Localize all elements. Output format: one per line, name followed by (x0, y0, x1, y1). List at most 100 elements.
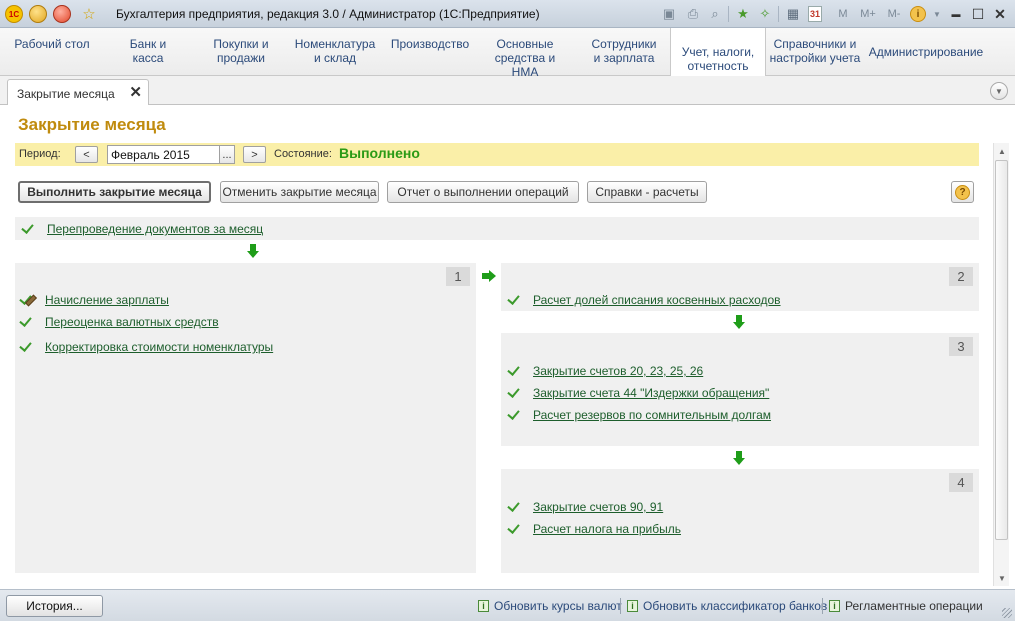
scheduled-operations-label: Регламентные операции (845, 599, 983, 613)
memory-store-button[interactable]: M (834, 5, 852, 23)
close-account-44-link[interactable]: Закрытие счета 44 "Издержки обращения" (533, 386, 769, 400)
operation-item: Расчет резервов по сомнительным долгам (507, 407, 771, 423)
save-icon[interactable]: ▣ (660, 5, 678, 23)
favorites-add-icon[interactable]: ★ (734, 5, 752, 23)
close-button[interactable]: ✕ (989, 4, 1011, 24)
stage-2-panel: 2 Расчет долей списания косвенных расход… (501, 263, 979, 311)
toolbar-separator (778, 6, 779, 22)
info-icon: i (829, 600, 840, 612)
stage-1-panel: 1 Начисление зарплаты Переоценка валютны… (15, 263, 476, 573)
profit-tax-link[interactable]: Расчет налога на прибыль (533, 522, 681, 536)
stage-number: 4 (949, 473, 973, 492)
minimize-button[interactable]: ▬ (945, 4, 967, 24)
help-button[interactable]: ? (951, 181, 974, 203)
memory-subtract-button[interactable]: M- (882, 5, 906, 23)
section-administration[interactable]: Администрирование (868, 45, 984, 59)
chevron-down-icon[interactable]: ▼ (928, 5, 946, 23)
arrow-down-icon (733, 315, 745, 329)
maximize-button[interactable]: ☐ (967, 4, 989, 24)
update-banks-link[interactable]: i Обновить классификатор банков (627, 599, 827, 613)
next-period-button[interactable]: > (243, 146, 266, 163)
state-value: Выполнено (339, 145, 420, 161)
period-input[interactable]: Февраль 2015 (107, 145, 220, 164)
arrow-right-icon (482, 270, 496, 282)
operation-item: Закрытие счетов 20, 23, 25, 26 (507, 363, 703, 379)
check-icon (507, 408, 521, 422)
section-nomenclature[interactable]: Номенклатура и склад (294, 37, 376, 65)
check-icon (507, 293, 521, 307)
stage-number: 1 (446, 267, 470, 286)
section-staff-salary[interactable]: Сотрудники и зарплата (588, 37, 660, 65)
scheduled-operations-link[interactable]: i Регламентные операции (829, 599, 983, 613)
currency-revaluation-link[interactable]: Переоценка валютных средств (45, 315, 219, 329)
update-rates-link[interactable]: i Обновить курсы валют (478, 599, 622, 613)
check-icon (507, 500, 521, 514)
period-select-button[interactable]: ... (219, 145, 235, 164)
repost-documents-link[interactable]: Перепроведение документов за месяц (47, 222, 263, 236)
section-accounting-taxes[interactable]: Учет, налоги, отчетность (670, 28, 766, 76)
status-bar: История... i Обновить курсы валют i Обно… (0, 589, 1015, 621)
stage-number: 3 (949, 337, 973, 356)
operation-item: Закрытие счета 44 "Издержки обращения" (507, 385, 769, 401)
operation-item: Перепроведение документов за месяц (21, 221, 263, 237)
calendar-icon[interactable]: 31 (808, 6, 822, 22)
cost-adjustment-link[interactable]: Корректировка стоимости номенклатуры (45, 340, 273, 354)
section-fixed-assets[interactable]: Основные средства и НМА (480, 37, 570, 79)
favorites-star-icon[interactable]: ☆ (80, 5, 98, 23)
record-icon[interactable] (53, 5, 71, 23)
operations-report-button[interactable]: Отчет о выполнении операций (387, 181, 579, 203)
main-menu-icon[interactable] (29, 5, 47, 23)
info-icon: i (627, 600, 638, 612)
info-icon[interactable]: i (910, 6, 926, 22)
check-icon (19, 340, 33, 354)
close-accounts-20-link[interactable]: Закрытие счетов 20, 23, 25, 26 (533, 364, 703, 378)
tab-month-closing[interactable]: Закрытие месяца ✕ (7, 79, 149, 106)
tabs-menu-chevron-icon[interactable]: ▼ (990, 82, 1008, 100)
window-title: Бухгалтерия предприятия, редакция 3.0 / … (116, 7, 540, 21)
stage-3-panel: 3 Закрытие счетов 20, 23, 25, 26 Закрыти… (501, 333, 979, 446)
section-references[interactable]: Справочники и настройки учета (768, 37, 862, 65)
execute-closing-button[interactable]: Выполнить закрытие месяца (18, 181, 211, 203)
operation-item: Начисление зарплаты (19, 292, 169, 308)
history-button[interactable]: История... (6, 595, 103, 617)
print-preview-icon[interactable]: ⌕ (706, 5, 724, 23)
check-icon (507, 364, 521, 378)
check-icon (19, 315, 33, 329)
section-desktop[interactable]: Рабочий стол (14, 37, 90, 51)
1c-logo-icon[interactable]: 1С (5, 5, 23, 23)
arrow-down-icon (733, 451, 745, 465)
toolbar-separator (728, 6, 729, 22)
salary-accrual-link[interactable]: Начисление зарплаты (45, 293, 169, 307)
scroll-up-icon[interactable]: ▲ (994, 143, 1010, 159)
period-label: Период: (19, 148, 61, 160)
scroll-down-icon[interactable]: ▼ (994, 570, 1010, 586)
title-bar: 1С ☆ Бухгалтерия предприятия, редакция 3… (0, 0, 1015, 28)
prev-period-button[interactable]: < (75, 146, 98, 163)
period-bar: Период: < Февраль 2015 ... > Состояние: … (15, 143, 979, 166)
form-title: Закрытие месяца (18, 115, 166, 134)
memory-add-button[interactable]: M+ (856, 5, 880, 23)
stage-number: 2 (949, 267, 973, 286)
bookmark-icon[interactable]: ✧ (756, 5, 774, 23)
operation-item: Расчет долей списания косвенных расходов (507, 292, 781, 308)
arrow-down-icon (247, 244, 259, 258)
section-bank[interactable]: Банк и касса (113, 37, 183, 65)
check-icon (21, 222, 35, 236)
doubtful-debts-link[interactable]: Расчет резервов по сомнительным долгам (533, 408, 771, 422)
resize-grip-icon[interactable] (1002, 608, 1012, 618)
scroll-thumb[interactable] (995, 160, 1008, 540)
check-icon (507, 386, 521, 400)
repost-row: Перепроведение документов за месяц (15, 217, 979, 240)
close-accounts-90-link[interactable]: Закрытие счетов 90, 91 (533, 500, 663, 514)
section-purchases-sales[interactable]: Покупки и продажи (203, 37, 279, 65)
indirect-costs-link[interactable]: Расчет долей списания косвенных расходов (533, 293, 781, 307)
calculator-icon[interactable]: ▦ (784, 5, 802, 23)
tab-close-icon[interactable]: ✕ (129, 83, 142, 101)
section-production[interactable]: Производство (388, 37, 472, 51)
cancel-closing-button[interactable]: Отменить закрытие месяца (220, 181, 379, 203)
print-icon[interactable]: ⎙ (684, 5, 702, 23)
operation-item: Переоценка валютных средств (19, 314, 219, 330)
status-separator (620, 598, 621, 614)
calculations-button[interactable]: Справки - расчеты (587, 181, 707, 203)
vertical-scrollbar[interactable]: ▲ ▼ (993, 143, 1009, 586)
